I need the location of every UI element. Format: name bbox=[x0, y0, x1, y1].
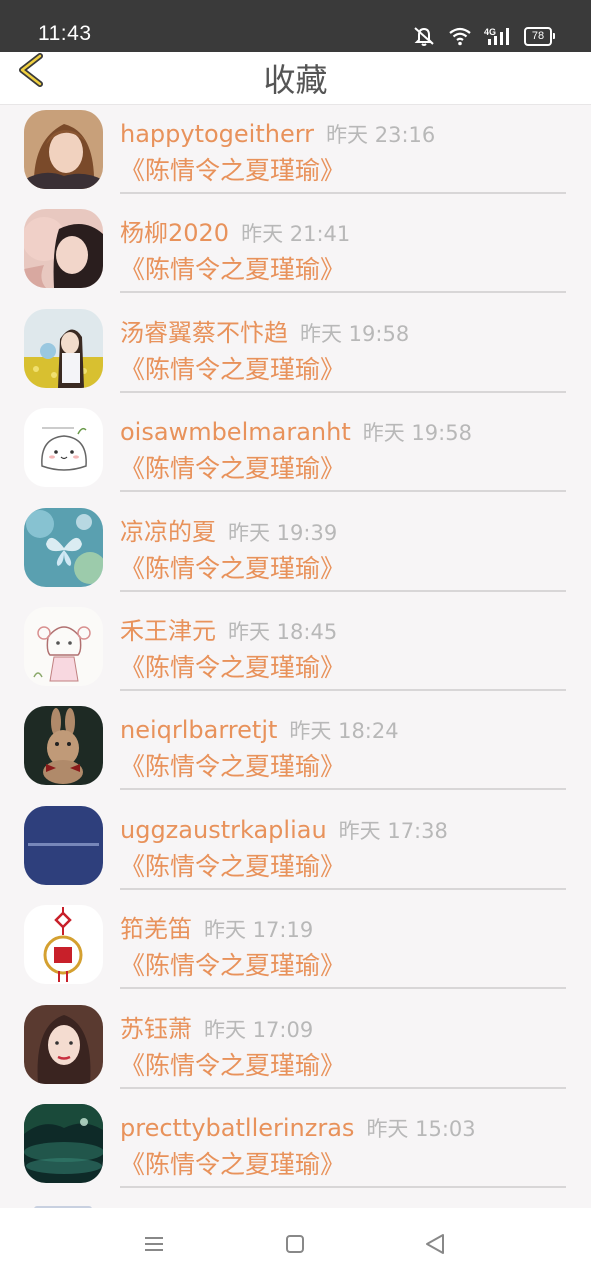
fu-knot-avatar[interactable] bbox=[24, 905, 103, 985]
list-item[interactable]: 苏钰萧 昨天 17:09 《陈情令之夏瑾瑜》 bbox=[0, 999, 591, 1098]
list-item[interactable]: oisawmbelmaranht 昨天 19:58 《陈情令之夏瑾瑜》 bbox=[0, 402, 591, 501]
book-title[interactable]: 《陈情令之夏瑾瑜》 bbox=[120, 750, 345, 784]
list-item[interactable]: 禾王津元 昨天 18:45 《陈情令之夏瑾瑜》 bbox=[0, 601, 591, 700]
list-item[interactable]: 筘羌笛 昨天 17:19 《陈情令之夏瑾瑜》 bbox=[0, 899, 591, 998]
timestamp: 昨天 19:58 bbox=[300, 321, 410, 346]
woman-selfie-avatar[interactable] bbox=[24, 110, 103, 189]
book-title[interactable]: 《陈情令之夏瑾瑜》 bbox=[120, 1049, 345, 1083]
night-landscape-avatar[interactable] bbox=[24, 1104, 103, 1183]
home-button[interactable] bbox=[281, 1230, 309, 1258]
mute-bell-icon bbox=[414, 27, 434, 46]
wifi-icon bbox=[449, 27, 471, 46]
battery-icon: 78 bbox=[524, 26, 555, 46]
battery-level: 78 bbox=[524, 26, 552, 46]
book-title[interactable]: 《陈情令之夏瑾瑜》 bbox=[120, 850, 345, 884]
divider bbox=[120, 390, 566, 393]
book-title[interactable]: 《陈情令之夏瑾瑜》 bbox=[120, 253, 345, 287]
list-item[interactable]: precttybatllerinzras 昨天 15:03 《陈情令之夏瑾瑜》 bbox=[0, 1098, 591, 1197]
timestamp: 昨天 18:45 bbox=[228, 620, 338, 644]
username[interactable]: 筘羌笛 昨天 17:19 bbox=[120, 913, 313, 946]
book-title[interactable]: 《陈情令之夏瑾瑜》 bbox=[120, 552, 345, 586]
timestamp: 昨天 23:16 bbox=[326, 123, 436, 147]
divider bbox=[120, 1086, 566, 1089]
divider bbox=[120, 490, 566, 493]
list-item[interactable]: 汤睿翼蔡不忭趋 昨天 19:58 《陈情令之夏瑾瑜》 bbox=[0, 303, 591, 402]
username[interactable]: 杨柳2020 昨天 21:41 bbox=[120, 217, 350, 250]
timestamp: 昨天 17:09 bbox=[204, 1017, 314, 1042]
triangle-back-icon bbox=[426, 1234, 444, 1254]
back-nav-button[interactable] bbox=[421, 1230, 449, 1258]
username[interactable]: 凉凉的夏 昨天 19:39 bbox=[120, 516, 337, 549]
divider bbox=[120, 291, 566, 294]
username[interactable]: neiqrlbarretjt 昨天 18:24 bbox=[120, 714, 399, 747]
page-title: 收藏 bbox=[263, 61, 328, 99]
list-item[interactable]: happytogeitherr 昨天 23:16 《陈情令之夏瑾瑜》 bbox=[0, 104, 591, 203]
timestamp: 昨天 19:39 bbox=[228, 520, 338, 545]
header: 收藏 bbox=[0, 52, 591, 105]
woman-portrait-avatar[interactable] bbox=[24, 209, 103, 289]
username[interactable]: happytogeitherr 昨天 23:16 bbox=[120, 118, 435, 151]
list-item[interactable]: 杨柳2020 昨天 21:41 《陈情令之夏瑾瑜》 bbox=[0, 203, 591, 302]
girl-flower-field-avatar[interactable] bbox=[24, 308, 103, 388]
username[interactable]: 汤睿翼蔡不忭趋 昨天 19:58 bbox=[120, 317, 409, 350]
menu-icon bbox=[145, 1237, 163, 1251]
list-item[interactable]: neiqrlbarretjt 昨天 18:24 《陈情令之夏瑾瑜》 bbox=[0, 700, 591, 799]
woman-glam-avatar[interactable] bbox=[24, 1004, 103, 1084]
username[interactable]: precttybatllerinzras 昨天 15:03 bbox=[120, 1112, 476, 1145]
anime-girl-sketch-avatar[interactable] bbox=[24, 607, 103, 686]
username[interactable]: 禾王津元 昨天 18:45 bbox=[120, 615, 337, 648]
username[interactable]: 苏钰萧 昨天 17:09 bbox=[120, 1013, 313, 1046]
book-title[interactable]: 《陈情令之夏瑾瑜》 bbox=[120, 1148, 345, 1182]
username[interactable]: uggzaustrkapliau 昨天 17:38 bbox=[120, 814, 448, 847]
divider bbox=[120, 788, 566, 791]
timestamp: 昨天 15:03 bbox=[366, 1117, 476, 1141]
list-item[interactable]: 凉凉的夏 昨天 19:39 《陈情令之夏瑾瑜》 bbox=[0, 502, 591, 601]
divider bbox=[120, 887, 566, 890]
timestamp: 昨天 17:19 bbox=[204, 918, 314, 943]
divider bbox=[120, 192, 566, 194]
book-title[interactable]: 《陈情令之夏瑾瑜》 bbox=[120, 949, 345, 983]
favorites-list[interactable]: happytogeitherr 昨天 23:16 《陈情令之夏瑾瑜》 杨柳2020… bbox=[0, 104, 591, 1208]
book-title[interactable]: 《陈情令之夏瑾瑜》 bbox=[120, 353, 345, 387]
home-square-icon bbox=[286, 1235, 304, 1253]
username[interactable]: oisawmbelmaranht 昨天 19:58 bbox=[120, 416, 472, 449]
timestamp: 昨天 18:24 bbox=[289, 719, 399, 744]
menu-button[interactable] bbox=[140, 1230, 168, 1258]
navigation-bar bbox=[0, 1208, 591, 1280]
divider bbox=[120, 689, 566, 691]
network-label: 4G bbox=[484, 27, 496, 37]
cellular-4g-icon: 4G bbox=[484, 27, 509, 45]
status-bar: 11:43 4G 78 bbox=[0, 0, 591, 52]
timestamp: 昨天 19:58 bbox=[362, 421, 472, 446]
divider bbox=[120, 987, 566, 990]
divider bbox=[120, 1186, 566, 1188]
status-time: 11:43 bbox=[38, 22, 92, 45]
cartoon-bun-avatar[interactable] bbox=[24, 408, 103, 488]
book-title[interactable]: 《陈情令之夏瑾瑜》 bbox=[120, 154, 345, 188]
list-item[interactable]: uggzaustrkapliau 昨天 17:38 《陈情令之夏瑾瑜》 bbox=[0, 800, 591, 899]
book-title[interactable]: 《陈情令之夏瑾瑜》 bbox=[120, 452, 345, 486]
rabbit-avatar[interactable] bbox=[24, 706, 103, 786]
timestamp: 昨天 21:41 bbox=[241, 222, 351, 247]
blue-text-avatar[interactable] bbox=[24, 805, 103, 885]
status-icons: 4G 78 bbox=[412, 24, 555, 48]
butterfly-avatar[interactable] bbox=[24, 507, 103, 587]
book-title[interactable]: 《陈情令之夏瑾瑜》 bbox=[120, 651, 345, 685]
divider bbox=[120, 589, 566, 592]
timestamp: 昨天 17:38 bbox=[338, 818, 448, 843]
